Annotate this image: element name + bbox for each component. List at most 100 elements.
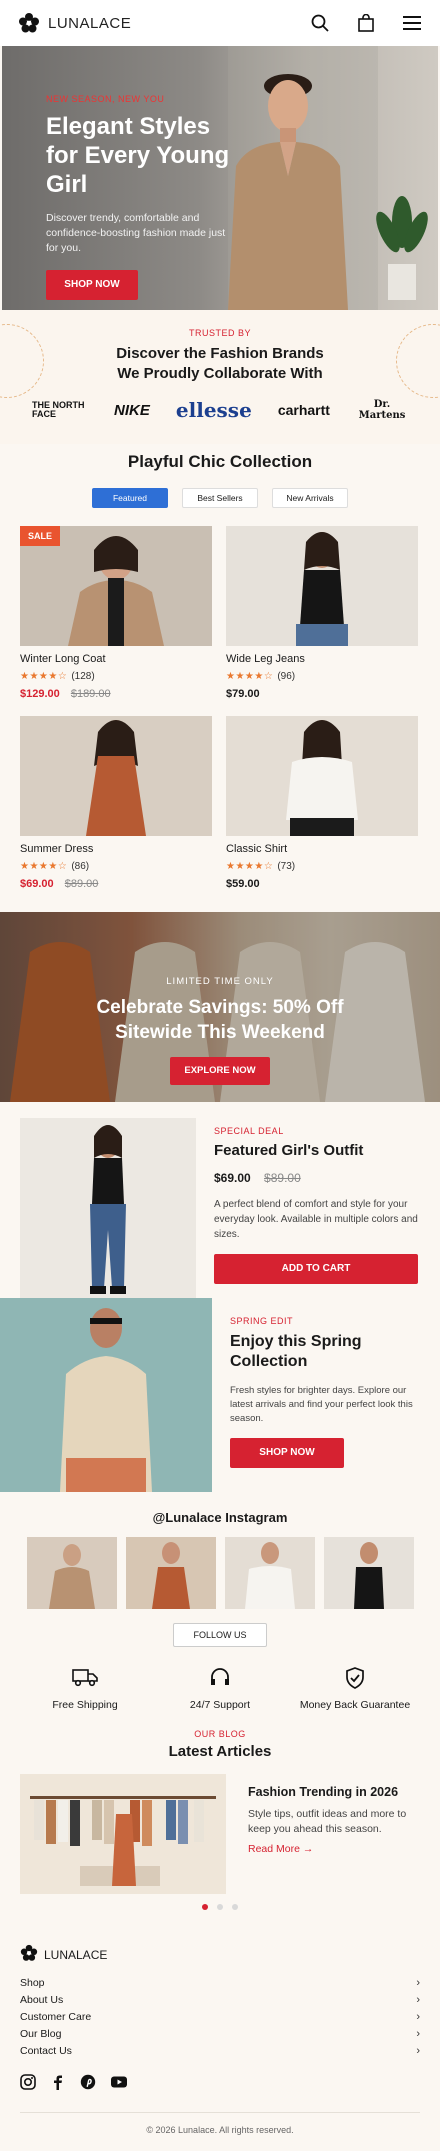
- instagram-post[interactable]: [323, 1537, 414, 1609]
- carousel-dot-2[interactable]: [217, 1904, 223, 1910]
- rating-count: (128): [71, 671, 95, 682]
- product-rating: ★★★★☆ (96): [226, 671, 418, 682]
- hero-eyebrow: NEW SEASON, NEW YOU: [46, 94, 165, 104]
- instagram-post[interactable]: [26, 1537, 117, 1609]
- sale-badge: SALE: [20, 526, 60, 546]
- logo[interactable]: LUNALACE: [18, 12, 131, 34]
- footer-link-about[interactable]: About Us ›: [20, 1992, 420, 2009]
- product-image[interactable]: SALE: [20, 526, 212, 646]
- youtube-icon[interactable]: [110, 2074, 127, 2090]
- brands-title-line1: Discover the Fashion Brands: [116, 345, 324, 362]
- collection-title: Playful Chic Collection: [127, 452, 313, 471]
- footer-link-blog[interactable]: Our Blog ›: [20, 2026, 420, 2043]
- brand-logo-dr-martens[interactable]: Dr. Martens: [356, 399, 408, 421]
- featured-deal: SPECIAL DEAL Featured Girl's Outfit $69.…: [0, 1102, 440, 1298]
- add-to-cart-button[interactable]: ADD TO CART: [214, 1254, 418, 1284]
- instagram-icon[interactable]: [20, 2074, 36, 2090]
- current-price: $69.00: [214, 1171, 251, 1185]
- brand-logo-carhartt[interactable]: carhartt: [278, 402, 330, 418]
- site-footer: LUNALACE Shop › About Us › Customer Care › …: [0, 1910, 440, 2135]
- product-card[interactable]: SALE Winter Long Coat ★★★★☆ (128) $129.0…: [20, 526, 212, 716]
- promo-title-line1: Celebrate Savings: 50% Off: [96, 997, 344, 1018]
- chevron-right-icon: ›: [416, 1977, 420, 1989]
- blog-section: OUR BLOG Latest Articles Fashion Trendin…: [0, 1729, 440, 1910]
- blog-card[interactable]: Fashion Trending in 2026 Style tips, out…: [0, 1760, 440, 1894]
- product-name[interactable]: Wide Leg Jeans: [226, 653, 418, 665]
- footer-link-label: Our Blog: [20, 2028, 62, 2040]
- carousel-dot-3[interactable]: [232, 1904, 238, 1910]
- hero-title-line1: Elegant Styles: [46, 113, 211, 140]
- brand-logo-nike[interactable]: NIKE: [114, 402, 150, 419]
- featured-title: Featured Girl's Outfit: [214, 1142, 364, 1159]
- spring-shop-now-button[interactable]: SHOP NOW: [230, 1438, 344, 1468]
- product-card[interactable]: Wide Leg Jeans ★★★★☆ (96) $79.00: [226, 526, 418, 716]
- footer-link-label: About Us: [20, 1994, 64, 2006]
- spring-model-image[interactable]: [0, 1298, 212, 1492]
- product-card[interactable]: Summer Dress ★★★★☆ (86) $69.00 $89.00: [20, 716, 212, 906]
- product-price: $129.00 $189.00: [20, 688, 212, 700]
- brand-logo-the-north-face[interactable]: THE NORTH FACE: [32, 401, 88, 419]
- plant-decoration: [376, 196, 428, 300]
- carousel-dot-1[interactable]: [202, 1904, 208, 1910]
- facebook-icon[interactable]: [50, 2074, 66, 2090]
- product-image[interactable]: [226, 526, 418, 646]
- product-name[interactable]: Winter Long Coat: [20, 653, 212, 665]
- social-links: [20, 2074, 420, 2090]
- rating-count: (73): [277, 861, 296, 872]
- chevron-right-icon: ›: [416, 2028, 420, 2040]
- instagram-post[interactable]: [125, 1537, 216, 1609]
- featured-description: A perfect blend of comfort and style for…: [214, 1199, 418, 1240]
- blog-image[interactable]: [20, 1774, 226, 1894]
- shop-now-button[interactable]: SHOP NOW: [46, 270, 138, 300]
- collection-tabs: Featured Best Sellers New Arrivals: [0, 488, 440, 508]
- blog-card-title[interactable]: Fashion Trending in 2026: [248, 1784, 420, 1801]
- follow-us-button[interactable]: FOLLOW US: [173, 1623, 267, 1647]
- hero-title: Elegant Styles for Every Young Girl: [46, 112, 276, 199]
- instagram-title: @Lunalace Instagram: [152, 1510, 288, 1525]
- tab-best-sellers[interactable]: Best Sellers: [182, 488, 258, 508]
- brands-section: TRUSTED BY Discover the Fashion Brands W…: [0, 310, 440, 444]
- bag-icon[interactable]: [356, 13, 376, 33]
- product-rating: ★★★★☆ (73): [226, 861, 418, 872]
- instagram-post[interactable]: [224, 1537, 315, 1609]
- feature-label: 24/7 Support: [189, 1699, 251, 1711]
- star-rating-icon: ★★★★☆: [226, 861, 274, 872]
- product-image[interactable]: [226, 716, 418, 836]
- explore-now-button[interactable]: EXPLORE NOW: [170, 1057, 270, 1085]
- tab-new-arrivals[interactable]: New Arrivals: [272, 488, 348, 508]
- footer-link-label: Contact Us: [20, 2045, 72, 2057]
- tab-featured[interactable]: Featured: [92, 488, 168, 508]
- footer-link-customer-care[interactable]: Customer Care ›: [20, 2009, 420, 2026]
- product-name[interactable]: Classic Shirt: [226, 843, 418, 855]
- current-price: $129.00: [20, 688, 60, 700]
- footer-logo[interactable]: LUNALACE: [20, 1944, 420, 1965]
- read-more-link[interactable]: Read More →: [248, 1843, 420, 1855]
- footer-links: Shop › About Us › Customer Care › Our Blog ›…: [20, 1975, 420, 2060]
- brand-name: LUNALACE: [48, 14, 132, 32]
- brand-logo-ellesse[interactable]: ellesse: [176, 398, 252, 422]
- footer-link-label: Shop: [20, 1977, 45, 1989]
- spring-description: Fresh styles for brighter days. Explore …: [230, 1385, 413, 1424]
- flower-logo-icon: [18, 12, 40, 34]
- promo-eyebrow: LIMITED TIME ONLY: [166, 976, 274, 987]
- hero-banner: NEW SEASON, NEW YOU Elegant Styles for E…: [2, 46, 438, 310]
- product-name[interactable]: Summer Dress: [20, 843, 212, 855]
- chevron-right-icon: ›: [416, 1994, 420, 2006]
- current-price: $59.00: [226, 878, 260, 890]
- featured-eyebrow: SPECIAL DEAL: [214, 1126, 284, 1136]
- brands-title-line2: We Proudly Collaborate With: [117, 365, 323, 382]
- search-icon[interactable]: [310, 13, 330, 33]
- footer-link-shop[interactable]: Shop ›: [20, 1975, 420, 1992]
- product-card[interactable]: Classic Shirt ★★★★☆ (73) $59.00: [226, 716, 418, 906]
- flower-logo-icon: [20, 1944, 38, 1965]
- footer-link-contact[interactable]: Contact Us ›: [20, 2043, 420, 2060]
- product-image[interactable]: [20, 716, 212, 836]
- current-price: $69.00: [20, 878, 54, 890]
- footer-brand-name: LUNALACE: [44, 1947, 108, 1962]
- pinterest-icon[interactable]: [80, 2074, 96, 2090]
- old-price: $89.00: [64, 878, 99, 890]
- copyright-text: © 2026 Lunalace. All rights reserved.: [20, 2112, 420, 2135]
- old-price: $189.00: [70, 688, 111, 700]
- menu-icon[interactable]: [402, 13, 422, 33]
- featured-outfit-image[interactable]: [20, 1118, 196, 1298]
